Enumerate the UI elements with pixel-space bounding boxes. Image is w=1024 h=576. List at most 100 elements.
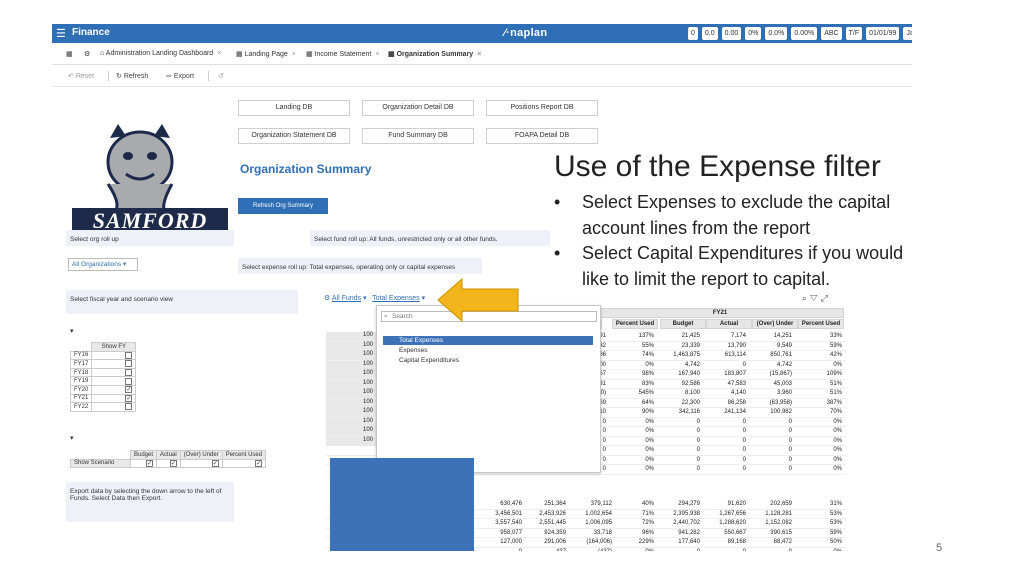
fy19-checkbox[interactable] [125,377,133,385]
table-cell: 437 [556,549,566,552]
over-under-checkbox[interactable]: ✓ [211,459,219,467]
table-cell: 98% [641,371,654,377]
percent-used-checkbox[interactable]: ✓ [255,459,263,467]
foapa-detail-db-button[interactable]: FOAPA Detail DB [486,128,598,144]
table-cell: 202,659 [770,501,792,507]
table-cell: 0 [697,549,700,552]
collapse-icon[interactable]: ▾ [70,327,74,335]
table-cell: 630,476 [500,501,522,507]
format-chip[interactable]: 0.00 [721,27,742,40]
funds-filter[interactable]: All Funds [332,295,361,302]
actual-checkbox[interactable]: ✓ [169,459,177,467]
format-chip[interactable]: 01/01/99 [866,27,900,40]
format-chip[interactable]: 0.0 [701,27,718,40]
table-cell: 0 [519,549,522,552]
table-cell: 0% [645,456,654,463]
table-cell: 9,549 [776,342,792,349]
table-cell: 53% [829,510,842,517]
table-cell: 100,982 [770,409,792,415]
org-dropdown[interactable]: All Organizations ▾ [68,258,138,271]
hamburger-menu-icon[interactable]: ☰ [56,27,66,40]
table-cell: 74% [641,352,654,358]
table-cell: 0 [696,466,700,472]
row-id-cell: 100 [326,417,376,427]
fy18-checkbox[interactable] [125,369,133,377]
gear-icon[interactable]: ⚙ [324,295,330,302]
search-icon[interactable]: ⌕ [802,293,810,303]
refresh-button[interactable]: ↻ Refresh [116,72,148,80]
fund-summary-db-button[interactable]: Fund Summary DB [362,128,474,144]
format-chip[interactable]: T/F [845,27,863,40]
format-chip[interactable]: 0% [745,27,762,40]
table-cell: 390,615 [770,529,792,536]
undo-icon[interactable]: ↺ [218,72,224,80]
table-cell: 0% [833,437,842,444]
table-cell: 3,960 [776,390,792,396]
grid-icon[interactable]: ▦ [66,50,73,58]
expense-rollup-label: Select expense roll up: Total expenses, … [238,258,482,274]
fy20-checkbox[interactable]: ✓ [125,386,133,394]
table-cell: 167,940 [678,371,700,377]
filter-icon[interactable]: ▽ [810,293,821,303]
row-id-cell: 100 [326,389,376,398]
collapse-icon[interactable]: ▾ [70,434,74,442]
export-note: Export data by selecting the down arrow … [66,482,234,522]
expenses-filter[interactable]: Total Expenses [372,295,419,302]
positions-report-db-button[interactable]: Positions Report DB [486,100,598,116]
row-id-cell: 100 [326,341,376,351]
table-cell: 23,339 [681,342,700,349]
grid-filters: ⚙ All Funds ▾ Total Expenses ▾ [324,295,426,302]
table-cell: 13,790 [727,342,746,349]
fy-header: Show FY [91,342,137,352]
page-title: Organization Summary [240,162,372,176]
fy21-checkbox[interactable]: ✓ [125,394,133,402]
table-cell: 3,557,540 [495,520,522,526]
table-cell: 55% [641,342,654,349]
table-cell: (164,006) [586,539,612,545]
organization-statement-db-button[interactable]: Organization Statement DB [238,128,350,144]
gear-icon[interactable]: ⚙ [84,50,90,58]
tab-organization-summary[interactable]: ▦ Organization Summary × [388,50,481,58]
row-id-cell: 100 [326,370,376,379]
format-chip[interactable]: 0 [688,27,698,40]
landing-db-button[interactable]: Landing DB [238,100,350,116]
row-id-cell: 100 [326,360,376,370]
fy16-checkbox[interactable] [125,351,133,359]
table-cell: 0% [833,549,842,552]
table-row: FY17 [69,359,137,369]
table-cell: 42% [829,352,842,358]
fy22-checkbox[interactable] [125,403,133,411]
table-cell: 0 [788,428,792,434]
export-button[interactable]: ⇨ Export [166,72,194,80]
row-id-cell: 100 [326,436,376,446]
format-chip[interactable]: 0.00% [791,27,818,40]
table-cell: 0 [602,456,606,463]
app-title[interactable]: Finance [72,27,110,38]
table-cell: 0 [788,447,792,453]
tab-admin-landing[interactable]: ⌂ Administration Landing Dashboard × [100,50,221,57]
organization-detail-db-button[interactable]: Organization Detail DB [362,100,474,116]
option-capital-expenditures[interactable]: Capital Expenditures [383,356,593,365]
table-cell: 229% [638,539,654,545]
table-cell: 0% [645,418,654,425]
table-cell: 0 [788,456,792,463]
format-chip[interactable]: ABC [821,27,842,40]
tab-landing-page[interactable]: ▦ Landing Page × [236,50,296,58]
reset-button[interactable]: ↶ Reset [68,72,94,80]
slide-title: Use of the Expense filter [554,150,881,183]
fy17-checkbox[interactable] [125,360,133,368]
tab-income-statement[interactable]: ▦ Income Statement × [306,50,379,58]
table-cell: 71% [641,510,654,517]
table-cell: 0 [696,447,700,453]
table-cell: 0 [696,456,700,463]
table-cell: 387% [826,399,842,406]
format-chip[interactable]: 0.0% [765,27,788,40]
refresh-org-summary-button[interactable]: Refresh Org Summary [238,198,328,214]
fiscal-year-label: Select fiscal year and scenario view [66,290,298,314]
option-expenses[interactable]: Expenses [383,346,593,355]
format-chip[interactable]: Jan [903,27,912,40]
budget-checkbox[interactable]: ✓ [146,459,154,467]
expand-icon[interactable]: ⤢ [821,293,831,303]
option-total-expenses[interactable]: Total Expenses [383,336,593,345]
table-cell: 86,258 [727,399,746,406]
